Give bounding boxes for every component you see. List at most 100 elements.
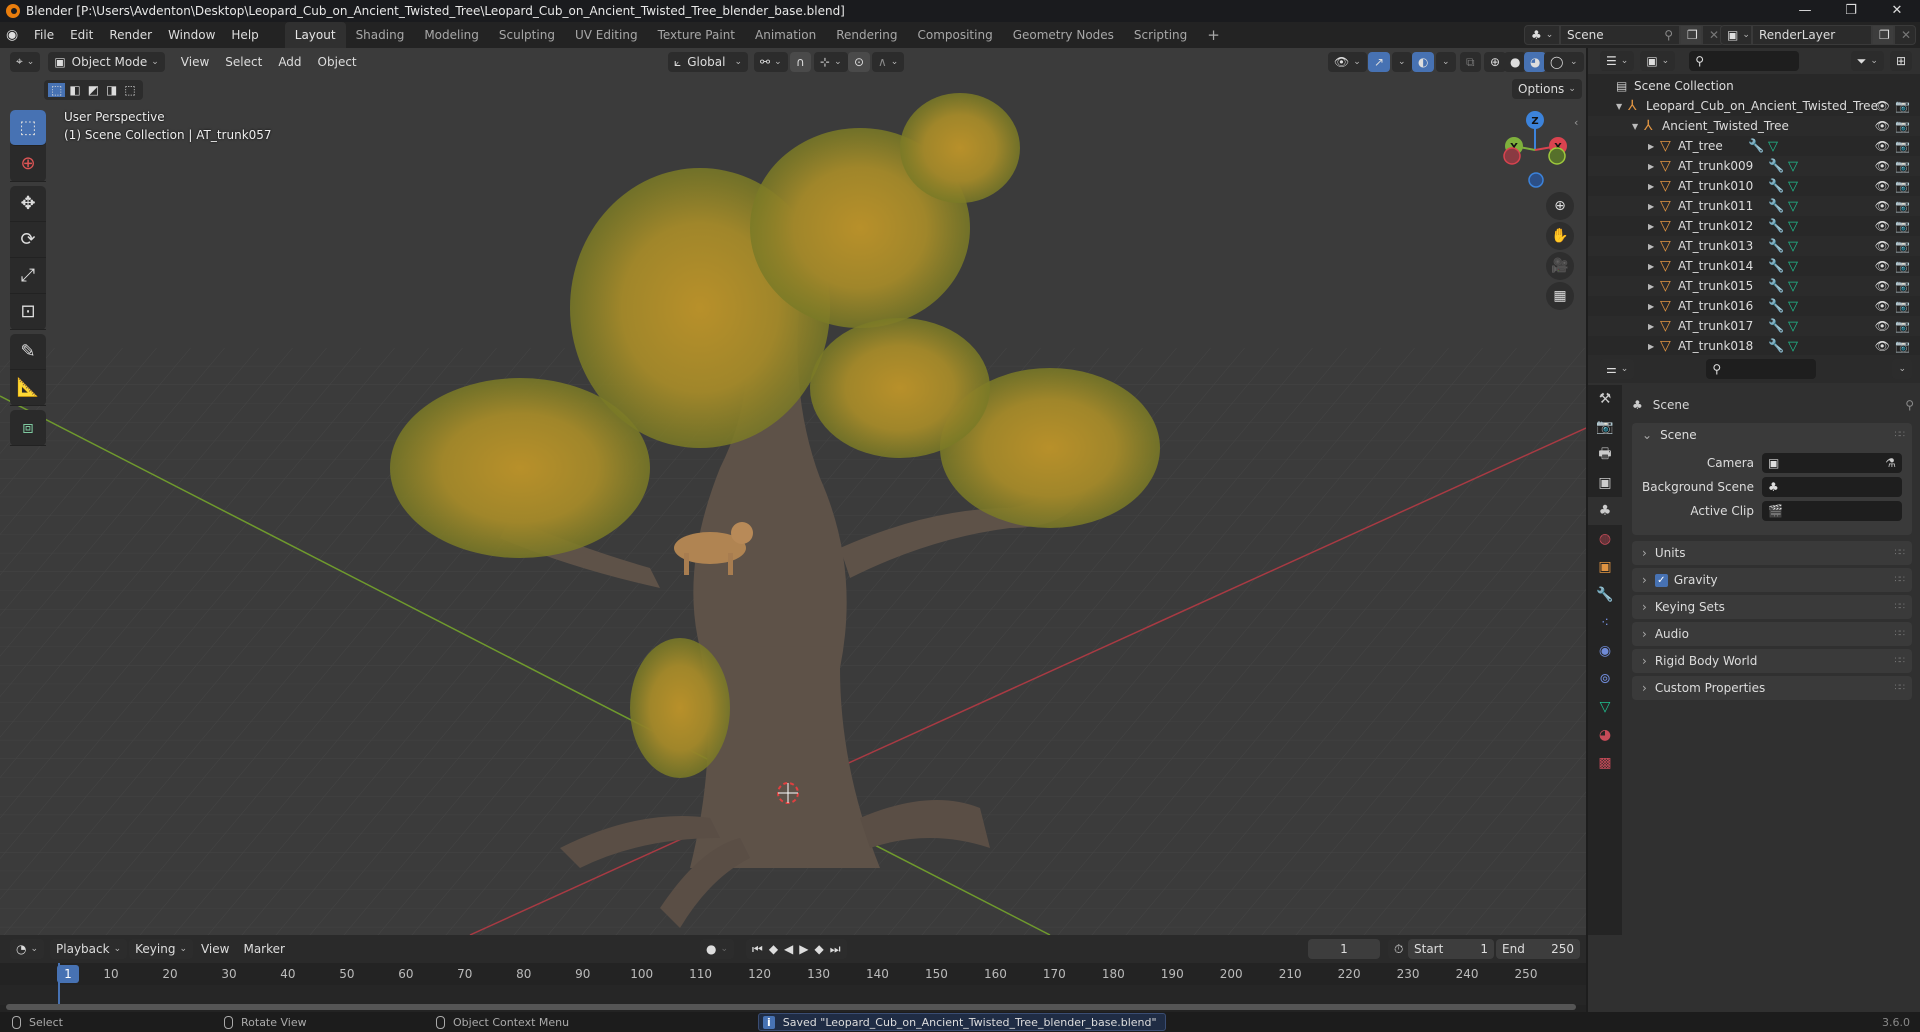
maximize-button[interactable]: ❐ xyxy=(1828,0,1874,22)
panel-keying-sets[interactable]: › Keying Sets ∷∷ xyxy=(1632,595,1912,619)
eyedropper-icon[interactable]: ⚗ xyxy=(1885,456,1896,470)
mesh-data-icon[interactable]: ▽ xyxy=(1788,279,1798,294)
viewport-menu-select[interactable]: Select xyxy=(219,55,268,69)
workspace-tab-sculpting[interactable]: Sculpting xyxy=(489,22,565,48)
modifier-wrench-icon[interactable]: 🔧 xyxy=(1768,319,1784,334)
modifier-wrench-icon[interactable]: 🔧 xyxy=(1768,299,1784,314)
tab-physics[interactable]: ◉ xyxy=(1588,637,1622,665)
panel-header[interactable]: › Rigid Body World ∷∷ xyxy=(1632,649,1912,673)
timeline-menu-view[interactable]: View xyxy=(195,942,235,956)
drag-handle-icon[interactable]: ∷∷ xyxy=(1895,629,1906,639)
visibility-eye-icon[interactable]: 👁 xyxy=(1875,219,1890,233)
camera-view-button[interactable]: 🎥 xyxy=(1546,252,1574,280)
outliner-row[interactable]: ▶ ▽ AT_trunk014 🔧 ▽ 👁 📷 xyxy=(1588,256,1920,276)
visibility-eye-icon[interactable]: 👁 xyxy=(1875,239,1890,253)
jump-start-icon[interactable]: ⏮ xyxy=(752,942,763,957)
overlays-toggle[interactable]: ◐ xyxy=(1412,52,1435,72)
render-camera-icon[interactable]: 📷 xyxy=(1895,99,1910,113)
gizmo-dropdown[interactable]: ⌄ xyxy=(1392,52,1412,72)
playhead-line[interactable] xyxy=(58,963,60,1007)
panel-gravity[interactable]: › ✓ Gravity ∷∷ xyxy=(1632,568,1912,592)
visibility-eye-icon[interactable]: 👁 xyxy=(1875,279,1890,293)
outliner-row[interactable]: ▶ ▽ AT_trunk017 🔧 ▽ 👁 📷 xyxy=(1588,316,1920,336)
panel-custom-properties[interactable]: › Custom Properties ∷∷ xyxy=(1632,676,1912,700)
falloff-dropdown[interactable]: ∧ ⌄ xyxy=(872,52,905,72)
delete-view-layer-button[interactable]: ✕ xyxy=(1894,25,1916,45)
tool-scale[interactable]: ⤢ xyxy=(10,258,46,294)
mesh-data-icon[interactable]: ▽ xyxy=(1788,199,1798,214)
viewport-menu-add[interactable]: Add xyxy=(272,55,307,69)
3d-viewport[interactable]: ⌖ ⌄ ▣ Object Mode ⌄ View Select Add Object … xyxy=(0,48,1586,935)
drag-handle-icon[interactable]: ∷∷ xyxy=(1895,548,1906,558)
tab-object[interactable]: ▣ xyxy=(1588,553,1622,581)
auto-keying-toggle[interactable]: ● ⌄ xyxy=(700,939,735,959)
tab-render[interactable]: 📷 xyxy=(1588,413,1622,441)
mesh-data-icon[interactable]: ▽ xyxy=(1788,259,1798,274)
tool-move[interactable]: ✥ xyxy=(10,186,46,222)
shading-dropdown[interactable]: ⌄ xyxy=(1564,52,1584,72)
expand-down-icon[interactable]: ▼ xyxy=(1632,122,1644,131)
outliner-row[interactable]: ▶ ▽ AT_trunk010 🔧 ▽ 👁 📷 xyxy=(1588,176,1920,196)
scene-panel-header[interactable]: ⌄ Scene ∷∷ xyxy=(1632,423,1912,447)
render-camera-icon[interactable]: 📷 xyxy=(1895,279,1910,293)
outliner-row[interactable]: ▶ ▽ AT_trunk011 🔧 ▽ 👁 📷 xyxy=(1588,196,1920,216)
workspace-tab-animation[interactable]: Animation xyxy=(745,22,826,48)
outliner-row[interactable]: ▶ ▽ AT_tree 🔧 ▽ 👁 📷 xyxy=(1588,136,1920,156)
render-camera-icon[interactable]: 📷 xyxy=(1895,139,1910,153)
modifier-wrench-icon[interactable]: 🔧 xyxy=(1768,219,1784,234)
outliner-row[interactable]: ▼ ⅄ Leopard_Cub_on_Ancient_Twisted_Tree 👁 📷 xyxy=(1588,96,1920,116)
expand-right-icon[interactable]: ▶ xyxy=(1648,162,1660,171)
visibility-eye-icon[interactable]: 👁 xyxy=(1875,139,1890,153)
visibility-eye-icon[interactable]: 👁 xyxy=(1875,199,1890,213)
play-reverse-icon[interactable]: ◀ xyxy=(784,942,793,956)
render-camera-icon[interactable]: 📷 xyxy=(1895,239,1910,253)
modifier-wrench-icon[interactable]: 🔧 xyxy=(1768,159,1784,174)
select-subtract-icon[interactable]: ◩ xyxy=(85,83,102,97)
next-keyframe-icon[interactable]: ◆ xyxy=(815,942,824,956)
modifier-wrench-icon[interactable]: 🔧 xyxy=(1768,259,1784,274)
play-icon[interactable]: ▶ xyxy=(799,942,808,956)
drag-handle-icon[interactable]: ∷∷ xyxy=(1895,430,1906,440)
outliner-row[interactable]: ▶ ▽ AT_trunk009 🔧 ▽ 👁 📷 xyxy=(1588,156,1920,176)
zoom-view-button[interactable]: ⊕ xyxy=(1546,192,1574,220)
properties-search-input[interactable]: ⚲ xyxy=(1706,359,1817,379)
mesh-data-icon[interactable]: ▽ xyxy=(1788,339,1798,354)
view-layer-browse-button[interactable]: ▣ ⌄ xyxy=(1720,25,1752,45)
navigation-gizmo[interactable]: Z Y X xyxy=(1500,108,1570,188)
render-camera-icon[interactable]: 📷 xyxy=(1895,119,1910,133)
drag-handle-icon[interactable]: ∷∷ xyxy=(1895,683,1906,693)
transform-orientation-dropdown[interactable]: ⟀ Global ⌄ xyxy=(668,52,748,72)
current-frame-field[interactable]: 1 xyxy=(1308,939,1380,959)
select-new-icon[interactable]: ⬚ xyxy=(48,83,66,97)
menu-window[interactable]: Window xyxy=(160,22,223,48)
expand-right-icon[interactable]: ▶ xyxy=(1648,242,1660,251)
select-extend-icon[interactable]: ◧ xyxy=(66,83,83,97)
menu-edit[interactable]: Edit xyxy=(62,22,101,48)
outliner-editor-type[interactable]: ☰ ⌄ xyxy=(1600,51,1635,71)
scene-browse-button[interactable]: ♣ ⌄ xyxy=(1524,25,1560,45)
workspace-tab-uv-editing[interactable]: UV Editing xyxy=(565,22,648,48)
expand-down-icon[interactable]: ▼ xyxy=(1616,102,1628,111)
expand-right-icon[interactable]: ▶ xyxy=(1648,302,1660,311)
gizmo-toggle[interactable]: ↗ xyxy=(1368,52,1391,72)
viewport-menu-view[interactable]: View xyxy=(175,55,215,69)
render-camera-icon[interactable]: 📷 xyxy=(1895,339,1910,353)
panel-header[interactable]: › Keying Sets ∷∷ xyxy=(1632,595,1912,619)
tab-constraints[interactable]: ⊚ xyxy=(1588,665,1622,693)
current-frame-indicator[interactable]: 1 xyxy=(57,965,79,983)
menu-render[interactable]: Render xyxy=(101,22,160,48)
outliner-search-input[interactable]: ⚲ xyxy=(1689,51,1800,71)
perspective-toggle-button[interactable]: ▦ xyxy=(1546,282,1574,310)
prev-keyframe-icon[interactable]: ◆ xyxy=(769,942,778,956)
drag-handle-icon[interactable]: ∷∷ xyxy=(1895,602,1906,612)
tool-cursor[interactable]: ⊕ xyxy=(10,146,46,182)
tab-data[interactable]: ▽ xyxy=(1588,693,1622,721)
mesh-data-icon[interactable]: ▽ xyxy=(1788,159,1798,174)
keying-menu[interactable]: Keying ⌄ xyxy=(129,939,193,959)
tab-view-layer[interactable]: ▣ xyxy=(1588,469,1622,497)
saved-notification[interactable]: i Saved "Leopard_Cub_on_Ancient_Twisted_T… xyxy=(758,1013,1166,1031)
panel-audio[interactable]: › Audio ∷∷ xyxy=(1632,622,1912,646)
expand-right-icon[interactable]: ▶ xyxy=(1648,282,1660,291)
gizmo-neg-z[interactable] xyxy=(1528,172,1544,188)
new-scene-button[interactable]: ❐ xyxy=(1680,25,1702,45)
